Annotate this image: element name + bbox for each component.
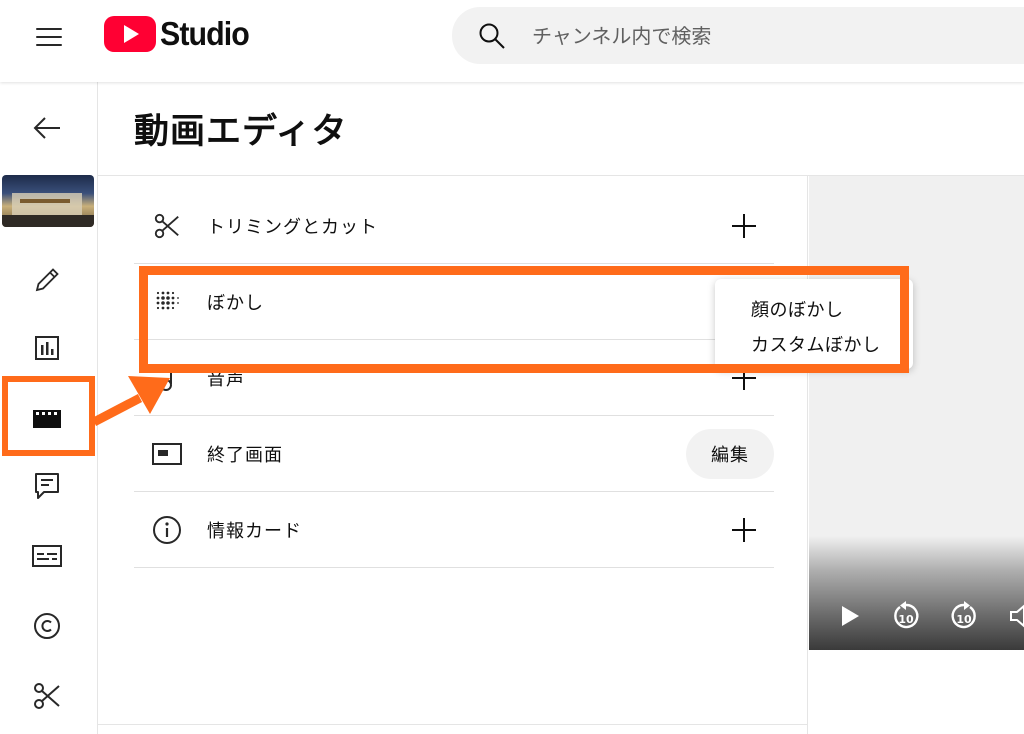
- annotation-arrow-icon: [92, 376, 170, 426]
- end-screen-edit-button[interactable]: 編集: [686, 428, 774, 479]
- player-controls: 10 10: [809, 536, 1024, 650]
- forward-10-icon[interactable]: 10: [949, 600, 979, 632]
- sidebar-item-editor[interactable]: [0, 400, 94, 436]
- page-title: 動画エディタ: [134, 112, 348, 152]
- logo-text: Studio: [160, 15, 250, 52]
- info-icon: [153, 515, 181, 544]
- tool-label-info-cards: 情報カード: [207, 520, 302, 542]
- left-sidebar: [0, 82, 98, 734]
- search-icon[interactable]: [478, 22, 506, 50]
- search-bar[interactable]: [452, 7, 1024, 64]
- subtitles-icon: [32, 545, 62, 567]
- sidebar-item-copyright[interactable]: [0, 608, 94, 644]
- analytics-icon: [35, 336, 59, 360]
- comments-icon: [35, 473, 59, 499]
- copyright-icon: [34, 613, 60, 639]
- add-trim-plus-icon[interactable]: [732, 213, 756, 238]
- add-info-card-plus-icon[interactable]: [732, 517, 756, 542]
- tool-icon-trim: [152, 211, 182, 241]
- menu-item-custom-blur[interactable]: カスタムぼかし: [751, 331, 881, 357]
- search-input[interactable]: [532, 23, 932, 48]
- rewind-10-icon[interactable]: 10: [891, 600, 921, 632]
- blur-options-menu: 顔のぼかし カスタムぼかし: [715, 279, 913, 369]
- sidebar-item-details[interactable]: [0, 262, 94, 298]
- sidebar-item-analytics[interactable]: [0, 330, 94, 366]
- tool-icon-info-cards: [152, 515, 182, 545]
- back-button[interactable]: [0, 110, 94, 146]
- svg-text:10: 10: [956, 613, 972, 626]
- tool-label-blur: ぼかし: [207, 292, 264, 314]
- sidebar-item-subtitles[interactable]: [0, 538, 94, 574]
- video-preview[interactable]: 10 10: [809, 176, 1024, 650]
- end-screen-icon: [152, 442, 182, 465]
- bottom-divider: [98, 724, 808, 725]
- blur-dots-icon: [156, 291, 179, 309]
- menu-item-face-blur[interactable]: 顔のぼかし: [751, 296, 844, 322]
- tool-label-trim: トリミングとカット: [207, 216, 378, 238]
- tool-row-blur[interactable]: ぼかし: [134, 264, 774, 340]
- pencil-icon: [35, 268, 59, 292]
- editor-clapper-icon: [33, 410, 61, 428]
- tool-label-end-screen: 終了画面: [207, 444, 283, 466]
- svg-text:10: 10: [898, 613, 914, 626]
- preview-divider: [807, 176, 808, 734]
- youtube-play-logo-icon: [104, 16, 156, 52]
- studio-logo[interactable]: Studio: [104, 14, 257, 54]
- scissors-icon: [34, 683, 60, 709]
- tool-row-trim[interactable]: トリミングとカット: [134, 188, 774, 264]
- add-audio-plus-icon[interactable]: [732, 365, 756, 390]
- tool-row-end-screen[interactable]: 終了画面 編集: [134, 416, 774, 492]
- volume-icon[interactable]: [1009, 604, 1024, 628]
- scissors-icon: [154, 213, 179, 238]
- tool-label-audio: 音声: [207, 368, 245, 390]
- sidebar-item-clips[interactable]: [0, 678, 94, 714]
- tool-row-audio[interactable]: 音声: [134, 340, 774, 416]
- hamburger-menu-icon[interactable]: [36, 28, 62, 46]
- sidebar-item-comments[interactable]: [0, 468, 94, 504]
- video-thumbnail[interactable]: [2, 175, 94, 227]
- tool-icon-end-screen: [152, 439, 182, 469]
- tool-icon-blur: [152, 287, 182, 317]
- top-bar: Studio: [0, 0, 1024, 82]
- play-icon[interactable]: [839, 604, 861, 628]
- tool-row-info-cards[interactable]: 情報カード: [134, 492, 774, 568]
- back-arrow-icon: [33, 117, 60, 139]
